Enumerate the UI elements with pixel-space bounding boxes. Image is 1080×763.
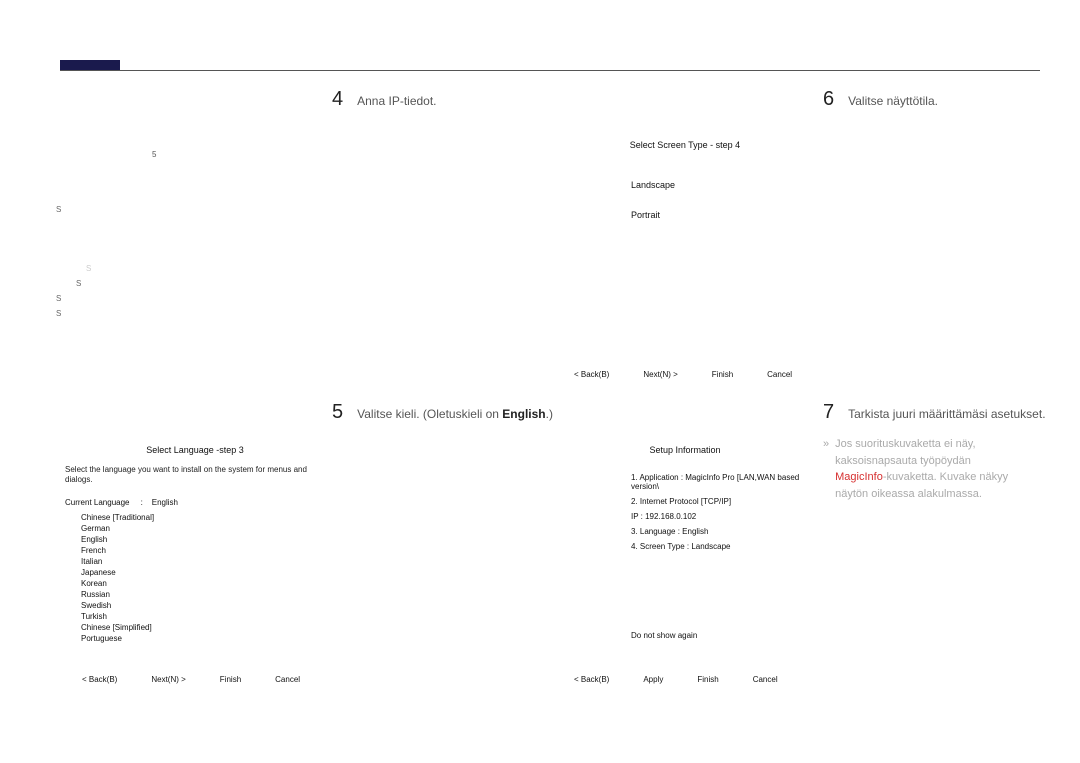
lang-current-label: Current Language <box>65 498 130 507</box>
language-list[interactable]: Chinese [Traditional] German English Fre… <box>81 513 325 643</box>
next-button[interactable]: Next(N) > <box>151 675 185 684</box>
cancel-button[interactable]: Cancel <box>767 370 792 379</box>
lang-item[interactable]: English <box>81 535 325 544</box>
setup-info-dialog: Setup Information 1. Application : Magic… <box>555 445 815 640</box>
lang-item[interactable]: Chinese [Simplified] <box>81 623 325 632</box>
header-accent <box>60 60 120 70</box>
setup-row-ip: IP : 192.168.0.102 <box>631 512 815 521</box>
left-mark-s1: S <box>56 205 306 214</box>
cancel-button[interactable]: Cancel <box>753 675 778 684</box>
step-6-heading: 6 Valitse näyttötila. <box>823 88 938 111</box>
next-button[interactable]: Next(N) > <box>643 370 677 379</box>
cancel-button[interactable]: Cancel <box>275 675 300 684</box>
screen-type-dialog: Select Screen Type - step 4 Landscape Po… <box>555 140 815 240</box>
screen-type-buttons: < Back(B) Next(N) > Finish Cancel <box>574 370 792 379</box>
back-button[interactable]: < Back(B) <box>574 370 609 379</box>
step-6-text: Valitse näyttötila. <box>848 94 938 108</box>
back-button[interactable]: < Back(B) <box>82 675 117 684</box>
note-highlight: MagicInfo <box>835 471 883 483</box>
step-5-text: Valitse kieli. (Oletuskieli on English.) <box>357 407 553 421</box>
step-4-heading: 4 Anna IP-tiedot. <box>332 88 437 111</box>
screen-type-landscape[interactable]: Landscape <box>631 180 815 190</box>
step-5-heading: 5 Valitse kieli. (Oletuskieli on English… <box>332 401 553 424</box>
step-7-text: Tarkista juuri määrittämäsi asetukset. <box>848 407 1045 421</box>
lang-item[interactable]: Russian <box>81 590 325 599</box>
step-7-heading: 7 Tarkista juuri määrittämäsi asetukset. <box>823 401 1046 424</box>
lang-current-row: Current Language : English <box>65 498 325 507</box>
left-mark-s3: S <box>56 294 306 303</box>
page: 5 S S S S S 4 Anna IP-tiedot. 5 Valitse … <box>0 0 1080 763</box>
left-mark-s-faint: S <box>86 264 306 273</box>
note-line-3-rest: -kuvaketta. Kuvake näkyy <box>883 471 1008 483</box>
setup-row-screen: 4. Screen Type : Landscape <box>631 542 815 551</box>
lang-current-value: English <box>152 498 178 507</box>
lang-item[interactable]: Italian <box>81 557 325 566</box>
left-mark-s4: S <box>56 309 306 318</box>
finish-button[interactable]: Finish <box>220 675 241 684</box>
lang-item[interactable]: French <box>81 546 325 555</box>
lang-dialog-title: Select Language -step 3 <box>65 445 325 455</box>
screen-type-title: Select Screen Type - step 4 <box>555 140 815 150</box>
do-not-show-checkbox[interactable]: Do not show again <box>631 631 815 640</box>
step-5-suffix: .) <box>546 407 553 421</box>
setup-info-title: Setup Information <box>555 445 815 455</box>
note-line-2: kaksoisnapsauta työpöydän <box>835 453 1008 470</box>
apply-button[interactable]: Apply <box>643 675 663 684</box>
step-5-prefix: Valitse kieli. (Oletuskieli on <box>357 407 502 421</box>
step-4-number: 4 <box>332 88 343 111</box>
lang-item[interactable]: Portuguese <box>81 634 325 643</box>
finish-button[interactable]: Finish <box>712 370 733 379</box>
left-mark-s2: S <box>76 279 306 288</box>
lang-item[interactable]: Japanese <box>81 568 325 577</box>
note-block: » Jos suorituskuvaketta ei näy, kaksoisn… <box>823 436 1033 502</box>
lang-item[interactable]: Turkish <box>81 612 325 621</box>
step-7-number: 7 <box>823 401 834 424</box>
step-5-bold: English <box>502 407 545 421</box>
setup-row-app: 1. Application : MagicInfo Pro [LAN,WAN … <box>631 473 815 491</box>
back-button[interactable]: < Back(B) <box>574 675 609 684</box>
lang-current-sep: : <box>141 498 143 507</box>
note-bullet: » <box>823 436 829 502</box>
lang-dialog-desc: Select the language you want to install … <box>65 465 325 486</box>
setup-row-ip-proto: 2. Internet Protocol [TCP/IP] <box>631 497 815 506</box>
left-marks-column: S S S S S <box>56 140 306 318</box>
lang-item[interactable]: German <box>81 524 325 533</box>
step-4-text: Anna IP-tiedot. <box>357 94 436 108</box>
header-rule <box>60 60 1040 71</box>
step-5-number: 5 <box>332 401 343 424</box>
step-6-number: 6 <box>823 88 834 111</box>
finish-button[interactable]: Finish <box>697 675 718 684</box>
note-line-4: näytön oikeassa alakulmassa. <box>835 486 1008 503</box>
setup-info-buttons: < Back(B) Apply Finish Cancel <box>574 675 778 684</box>
note-line-1: Jos suorituskuvaketta ei näy, <box>835 436 1008 453</box>
select-language-dialog: Select Language -step 3 Select the langu… <box>65 445 325 645</box>
setup-row-lang: 3. Language : English <box>631 527 815 536</box>
screen-type-portrait[interactable]: Portrait <box>631 210 815 220</box>
lang-dialog-buttons: < Back(B) Next(N) > Finish Cancel <box>82 675 300 684</box>
lang-item[interactable]: Korean <box>81 579 325 588</box>
lang-item[interactable]: Swedish <box>81 601 325 610</box>
lang-item[interactable]: Chinese [Traditional] <box>81 513 325 522</box>
